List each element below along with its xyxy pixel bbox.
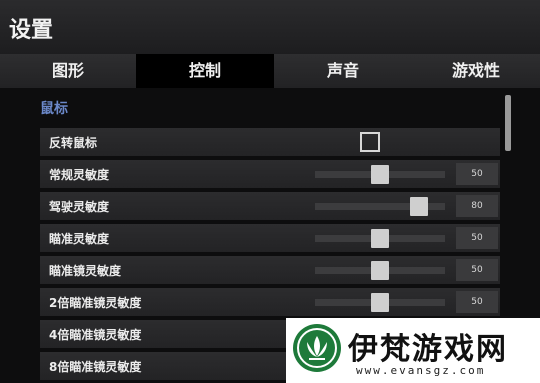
window-title: 设置 (9, 18, 54, 43)
general-sensitivity-value[interactable]: 50 (456, 163, 498, 185)
tab-graphics[interactable]: 图形 (0, 54, 138, 88)
setting-row-aim-sensitivity: 瞄准灵敏度 50 (40, 224, 500, 252)
slider-handle[interactable] (371, 229, 389, 248)
setting-label: 驾驶灵敏度 (49, 200, 110, 214)
tab-gameplay[interactable]: 游戏性 (412, 54, 540, 88)
section-header-mouse: 鼠标 (40, 101, 68, 117)
aim-sensitivity-slider[interactable] (315, 229, 445, 248)
aim-sensitivity-value[interactable]: 50 (456, 227, 498, 249)
slider-handle[interactable] (371, 165, 389, 184)
setting-label: 8倍瞄准镜灵敏度 (49, 360, 142, 374)
tab-controls[interactable]: 控制 (136, 54, 276, 88)
setting-label: 4倍瞄准镜灵敏度 (49, 328, 142, 342)
2x-scope-sensitivity-slider[interactable] (315, 293, 445, 312)
tab-bar: 图形 控制 声音 游戏性 (0, 54, 540, 88)
setting-row-2x-scope-sensitivity: 2倍瞄准镜灵敏度 50 (40, 288, 500, 316)
invert-mouse-checkbox[interactable] (360, 132, 380, 152)
slider-handle[interactable] (410, 197, 428, 216)
slider-handle[interactable] (371, 293, 389, 312)
tab-sound[interactable]: 声音 (274, 54, 414, 88)
setting-label: 反转鼠标 (49, 136, 98, 150)
2x-scope-sensitivity-value[interactable]: 50 (456, 291, 498, 313)
scrollbar[interactable] (505, 95, 511, 151)
watermark: 伊梵游戏网 www.evansgz.com (286, 318, 540, 383)
scope-sensitivity-value[interactable]: 50 (456, 259, 498, 281)
driving-sensitivity-value[interactable]: 80 (456, 195, 498, 217)
setting-row-invert-mouse: 反转鼠标 (40, 128, 500, 156)
driving-sensitivity-slider[interactable] (315, 197, 445, 216)
watermark-url: www.evansgz.com (356, 364, 486, 377)
general-sensitivity-slider[interactable] (315, 165, 445, 184)
title-bar: 设置 (0, 0, 540, 54)
scope-sensitivity-slider[interactable] (315, 261, 445, 280)
lotus-logo-icon (293, 324, 341, 372)
slider-handle[interactable] (371, 261, 389, 280)
setting-row-general-sensitivity: 常规灵敏度 50 (40, 160, 500, 188)
watermark-site-name: 伊梵游戏网 (348, 332, 508, 367)
setting-row-scope-sensitivity: 瞄准镜灵敏度 50 (40, 256, 500, 284)
setting-row-driving-sensitivity: 驾驶灵敏度 80 (40, 192, 500, 220)
setting-label: 瞄准镜灵敏度 (49, 264, 122, 278)
setting-label: 瞄准灵敏度 (49, 232, 110, 246)
setting-label: 2倍瞄准镜灵敏度 (49, 296, 142, 310)
setting-label: 常规灵敏度 (49, 168, 110, 182)
